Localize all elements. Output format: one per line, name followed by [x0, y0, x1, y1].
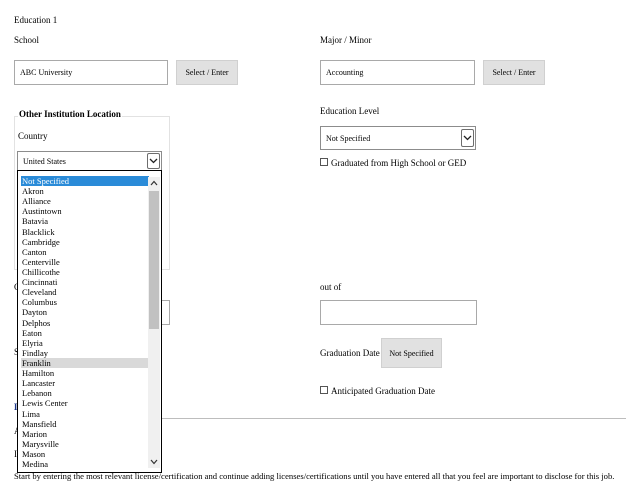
scroll-up-icon[interactable] — [148, 177, 160, 189]
school-label: School — [14, 35, 40, 45]
dropdown-option[interactable]: Austintown — [18, 206, 149, 216]
dropdown-option[interactable]: Batavia — [18, 216, 149, 226]
chevron-down-icon[interactable] — [461, 129, 474, 147]
graduation-date-label: Graduation Date — [320, 348, 380, 358]
dropdown-option[interactable]: Lewis Center — [18, 398, 149, 408]
dropdown-option[interactable]: Lebanon — [18, 388, 149, 398]
dropdown-option[interactable]: Lima — [18, 409, 149, 419]
school-select-button[interactable]: Select / Enter — [176, 60, 238, 85]
city-dropdown-list[interactable]: Not Specified Akron Alliance Austintown Bata… — [17, 170, 162, 473]
section-title: Education 1 — [14, 15, 58, 25]
education-level-value: Not Specified — [326, 133, 371, 143]
dropdown-option[interactable]: Delphos — [18, 318, 149, 328]
dropdown-option[interactable]: Hamilton — [18, 368, 149, 378]
dropdown-option[interactable]: Eaton — [18, 328, 149, 338]
dropdown-option[interactable]: Columbus — [18, 297, 149, 307]
country-select-value: United States — [23, 156, 66, 166]
education-level-select[interactable]: Not Specified — [320, 126, 476, 150]
section-divider — [162, 418, 626, 419]
graduated-checkbox[interactable] — [320, 158, 328, 166]
anticipated-checkbox[interactable] — [320, 386, 328, 394]
anticipated-label: Anticipated Graduation Date — [331, 386, 435, 396]
dropdown-option[interactable]: Chillicothe — [18, 267, 149, 277]
out-of-label: out of — [320, 282, 342, 292]
dropdown-option[interactable]: Cambridge — [18, 237, 149, 247]
out-of-input[interactable] — [320, 300, 477, 325]
graduation-date-button[interactable]: Not Specified — [381, 338, 442, 368]
dropdown-option[interactable]: Mansfield — [18, 419, 149, 429]
dropdown-option[interactable]: Dayton — [18, 307, 149, 317]
dropdown-option[interactable]: Marion — [18, 429, 149, 439]
dropdown-option[interactable]: Alliance — [18, 196, 149, 206]
major-select-button[interactable]: Select / Enter — [483, 60, 545, 85]
dropdown-option[interactable]: Cincinnati — [18, 277, 149, 287]
dropdown-scrollbar[interactable] — [148, 177, 160, 468]
dropdown-option[interactable]: Blacklick — [18, 227, 149, 237]
dropdown-option[interactable]: Mason — [18, 449, 149, 459]
scroll-down-icon[interactable] — [148, 456, 160, 468]
dropdown-option[interactable]: Elyria — [18, 338, 149, 348]
dropdown-option[interactable]: Akron — [18, 186, 149, 196]
dropdown-option[interactable]: Franklin — [21, 357, 149, 369]
dropdown-option[interactable]: Not Specified — [21, 176, 149, 187]
country-select[interactable]: United States — [17, 151, 162, 171]
dropdown-option[interactable]: Medina — [18, 459, 149, 469]
location-legend: Other Institution Location — [18, 109, 122, 120]
school-input[interactable]: ABC University — [14, 60, 168, 85]
dropdown-option[interactable]: Canton — [18, 247, 149, 257]
major-label: Major / Minor — [320, 35, 372, 45]
dropdown-option[interactable]: Lancaster — [18, 378, 149, 388]
dropdown-option[interactable]: Centerville — [18, 257, 149, 267]
dropdown-option[interactable]: Marysville — [18, 439, 149, 449]
dropdown-option[interactable]: Cleveland — [18, 287, 149, 297]
major-input[interactable]: Accounting — [320, 60, 475, 85]
country-label: Country — [18, 131, 48, 141]
scrollbar-thumb[interactable] — [149, 191, 159, 329]
dropdown-option[interactable]: Findlay — [18, 348, 149, 358]
education-level-label: Education Level — [320, 106, 380, 116]
chevron-down-icon[interactable] — [147, 153, 160, 169]
graduated-label: Graduated from High School or GED — [331, 158, 467, 168]
city-options: Not Specified Akron Alliance Austintown Bata… — [18, 176, 149, 469]
